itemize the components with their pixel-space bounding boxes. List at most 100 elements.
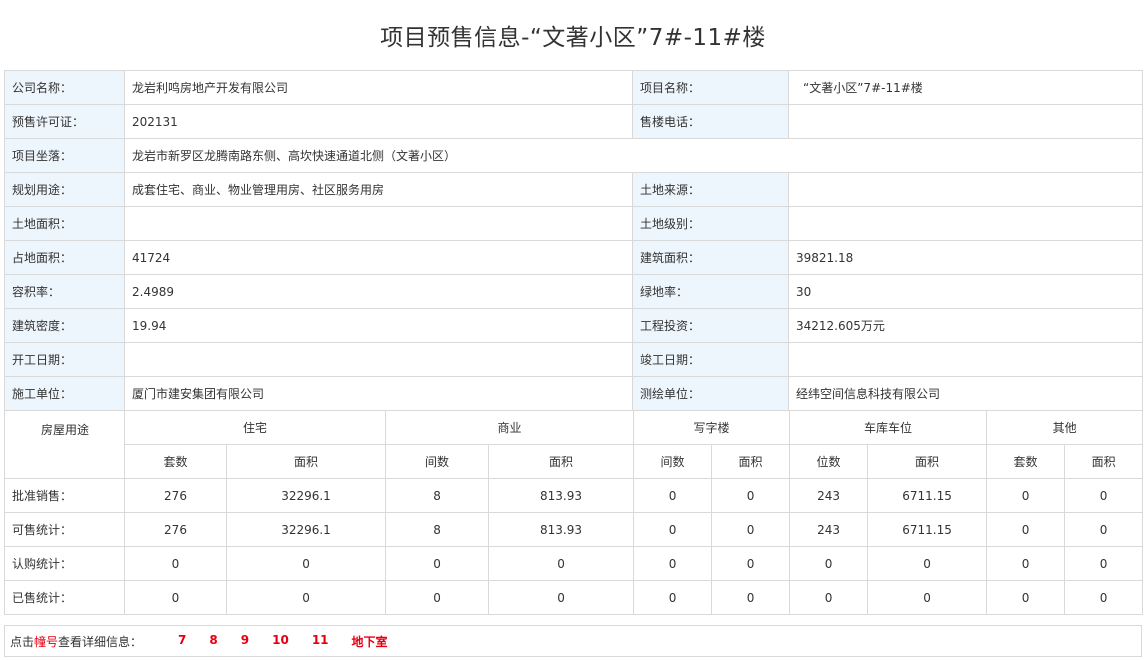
info-row: 公司名称： 龙岩利鸣房地产开发有限公司 项目名称： “文著小区”7#-11#楼 [4, 70, 1143, 105]
building-link[interactable]: 8 [209, 633, 217, 650]
stats-row-label: 已售统计： [4, 580, 125, 615]
stats-cell: 0 [633, 478, 713, 513]
builder-label: 施工单位： [4, 376, 125, 411]
subheader-cell: 位数 [789, 444, 869, 479]
stats-row-label: 认购统计： [4, 546, 125, 581]
building-link[interactable]: 10 [272, 633, 289, 650]
building-links-hint: 点击幢号查看详细信息： [5, 633, 142, 650]
stats-cell: 0 [124, 580, 227, 615]
info-row: 开工日期： 竣工日期： [4, 342, 1143, 377]
subheader-cell: 间数 [385, 444, 490, 479]
hint-suffix: 查看详细信息： [58, 634, 143, 649]
stats-cell: 0 [1064, 512, 1144, 547]
group-header-residential: 住宅 [123, 410, 387, 445]
stats-cell: 32296.1 [225, 512, 387, 547]
company-value: 龙岩利鸣房地产开发有限公司 [124, 70, 633, 105]
finish-date-label: 竣工日期： [632, 342, 789, 377]
subheader-cell: 面积 [488, 444, 635, 479]
stats-cell: 0 [633, 546, 713, 581]
stats-cell: 0 [711, 580, 791, 615]
stats-cell: 0 [986, 580, 1066, 615]
site-area-label: 占地面积： [4, 240, 125, 275]
investment-label: 工程投资： [632, 308, 789, 343]
permit-label: 预售许可证： [4, 104, 125, 139]
info-row: 规划用途： 成套住宅、商业、物业管理用房、社区服务用房 土地来源： [4, 172, 1143, 207]
land-level-value [788, 206, 1143, 241]
stats-cell: 0 [488, 580, 635, 615]
stats-cell: 8 [385, 512, 490, 547]
finish-date-value [788, 342, 1143, 377]
location-value: 龙岩市新罗区龙腾南路东侧、高坎快速通道北侧（文著小区） [124, 138, 1143, 173]
surveyor-label: 测绘单位： [632, 376, 789, 411]
subheader-cell: 间数 [633, 444, 713, 479]
info-row: 土地面积： 土地级别： [4, 206, 1143, 241]
building-link[interactable]: 7 [178, 633, 186, 650]
start-date-value [124, 342, 633, 377]
subheader-cell: 面积 [711, 444, 791, 479]
stats-cell: 813.93 [488, 512, 635, 547]
stats-subheader-row: 套数 面积 间数 面积 间数 面积 位数 面积 套数 面积 [5, 444, 1144, 479]
stats-row-label: 批准销售： [4, 478, 125, 513]
stats-cell: 6711.15 [867, 512, 988, 547]
building-links-bar: 点击幢号查看详细信息： 7 8 9 10 11 地下室 [4, 625, 1142, 657]
permit-value: 202131 [124, 104, 633, 139]
project-name-label: 项目名称： [632, 70, 789, 105]
stats-cell: 0 [789, 580, 869, 615]
stats-cell: 8 [385, 478, 490, 513]
stats-cell: 243 [789, 478, 869, 513]
building-area-label: 建筑面积： [632, 240, 789, 275]
page-title: 项目预售信息-“文著小区”7#-11#楼 [380, 25, 766, 51]
building-link[interactable]: 9 [241, 633, 249, 650]
far-label: 容积率： [4, 274, 125, 309]
stats-cell: 0 [1064, 478, 1144, 513]
phone-value [788, 104, 1143, 139]
stats-cell: 0 [488, 546, 635, 581]
stats-cell: 813.93 [488, 478, 635, 513]
stats-row: 认购统计： 0 0 0 0 0 0 0 0 0 0 [4, 546, 1144, 581]
green-value: 30 [788, 274, 1143, 309]
land-level-label: 土地级别： [632, 206, 789, 241]
stats-body: 批准销售： 276 32296.1 8 813.93 0 0 243 6711.15 0 0 可售统计… [4, 478, 1144, 615]
info-row: 建筑密度： 19.94 工程投资： 34212.605万元 [4, 308, 1143, 343]
stats-cell: 0 [789, 546, 869, 581]
stats-cell: 32296.1 [225, 478, 387, 513]
building-link[interactable]: 11 [312, 633, 329, 650]
building-area-value: 39821.18 [788, 240, 1143, 275]
stats-cell: 0 [867, 546, 988, 581]
stats-row: 批准销售： 276 32296.1 8 813.93 0 0 243 6711.15 0 0 [4, 478, 1144, 513]
stats-cell: 0 [711, 512, 791, 547]
subheader-cell: 套数 [986, 444, 1066, 479]
stats-cell: 0 [711, 478, 791, 513]
land-area-value [124, 206, 633, 241]
phone-label: 售楼电话： [632, 104, 789, 139]
land-source-value [788, 172, 1143, 207]
stats-cell: 0 [385, 546, 490, 581]
group-header-office: 写字楼 [633, 410, 791, 445]
land-source-label: 土地来源： [632, 172, 789, 207]
stats-cell: 0 [711, 546, 791, 581]
stats-row-label: 可售统计： [4, 512, 125, 547]
info-row: 施工单位： 厦门市建安集团有限公司 测绘单位： 经纬空间信息科技有限公司 [4, 376, 1143, 411]
usage-value: 成套住宅、商业、物业管理用房、社区服务用房 [124, 172, 633, 207]
green-label: 绿地率： [632, 274, 789, 309]
project-name-value: “文著小区”7#-11#楼 [788, 70, 1143, 105]
stats-cell: 0 [986, 478, 1066, 513]
project-info-table: 公司名称： 龙岩利鸣房地产开发有限公司 项目名称： “文著小区”7#-11#楼 … [4, 70, 1143, 411]
stats-cell: 243 [789, 512, 869, 547]
usage-corner-header: 房屋用途 [4, 410, 125, 479]
stats-group-header-row: 房屋用途 住宅 商业 写字楼 车库车位 其他 [4, 410, 1144, 479]
company-label: 公司名称： [4, 70, 125, 105]
group-header-other: 其他 [986, 410, 1144, 445]
stats-cell: 276 [124, 478, 227, 513]
info-row: 占地面积： 41724 建筑面积： 39821.18 [4, 240, 1143, 275]
building-link[interactable]: 地下室 [352, 633, 388, 650]
group-header-commercial: 商业 [385, 410, 635, 445]
site-area-value: 41724 [124, 240, 633, 275]
land-area-label: 土地面积： [4, 206, 125, 241]
subheader-cell: 套数 [124, 444, 227, 479]
stats-cell: 6711.15 [867, 478, 988, 513]
subheader-cell: 面积 [1064, 444, 1144, 479]
hint-prefix: 点击 [10, 634, 35, 649]
stats-cell: 0 [986, 546, 1066, 581]
stats-cell: 0 [225, 580, 387, 615]
